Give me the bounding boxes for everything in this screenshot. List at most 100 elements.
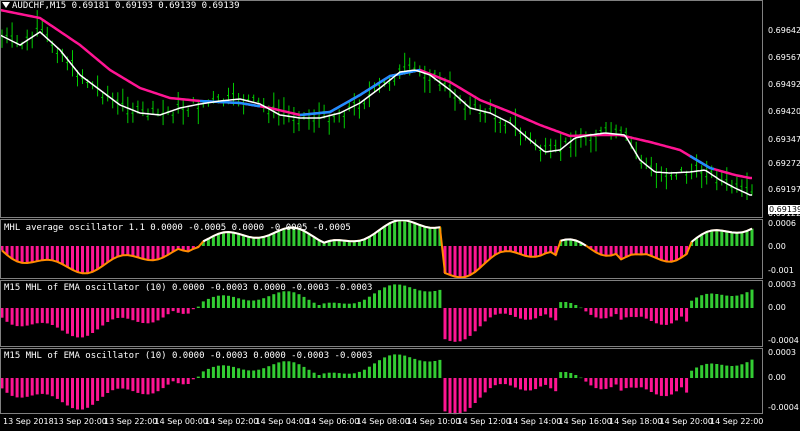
negative-histogram-bar [161, 246, 165, 258]
positive-histogram-bar [216, 295, 220, 308]
positive-histogram-bar [227, 232, 230, 246]
positive-histogram-bar [428, 291, 432, 308]
negative-histogram-bar [529, 378, 532, 391]
chart-menu-arrow-icon[interactable] [2, 2, 10, 8]
negative-histogram-bar [468, 378, 472, 408]
positive-histogram-bar [438, 359, 442, 378]
positive-histogram-bar [423, 226, 427, 246]
positive-histogram-bar [347, 373, 351, 378]
positive-histogram-bar [413, 223, 417, 246]
positive-histogram-bar [252, 237, 256, 246]
negative-histogram-bar [106, 246, 110, 263]
mhl-ema-oscillator-panel-1[interactable] [0, 284, 754, 342]
negative-histogram-bar [614, 246, 618, 254]
negative-histogram-bar [453, 378, 457, 415]
negative-histogram-bar [624, 308, 628, 318]
negative-histogram-bar [65, 308, 69, 334]
ohlc-values: 0.69181 0.69193 0.69139 0.69139 [71, 1, 240, 11]
positive-histogram-bar [398, 284, 402, 308]
positive-histogram-bar [408, 357, 412, 378]
positive-histogram-bar [272, 233, 276, 246]
positive-histogram-bar [579, 377, 583, 379]
negative-histogram-bar [539, 378, 543, 387]
positive-histogram-bar [342, 373, 346, 378]
positive-histogram-bar [302, 230, 306, 246]
positive-histogram-bar [690, 370, 694, 378]
positive-histogram-bar [327, 302, 331, 308]
negative-histogram-bar [45, 378, 49, 395]
negative-histogram-bar [493, 378, 497, 386]
positive-histogram-bar [730, 366, 734, 378]
negative-histogram-bar [634, 378, 638, 388]
negative-histogram-bar [116, 246, 120, 257]
positive-histogram-bar [725, 365, 729, 378]
negative-histogram-bar [186, 308, 190, 314]
positive-histogram-bar [307, 299, 311, 308]
positive-histogram-bar [710, 363, 714, 378]
negative-histogram-bar [599, 308, 603, 319]
negative-histogram-bar [629, 308, 633, 317]
positive-histogram-bar [322, 303, 326, 308]
negative-histogram-bar [20, 308, 24, 327]
positive-histogram-bar [287, 361, 291, 378]
negative-histogram-bar [478, 246, 482, 268]
negative-histogram-bar [468, 308, 472, 336]
negative-histogram-bar [453, 246, 457, 277]
negative-histogram-bar [534, 378, 538, 390]
negative-histogram-bar [171, 308, 175, 312]
negative-histogram-bar [614, 378, 618, 385]
negative-histogram-bar [81, 378, 84, 410]
negative-histogram-bar [131, 308, 135, 321]
negative-histogram-bar [146, 308, 150, 324]
positive-histogram-bar [216, 233, 220, 246]
negative-histogram-bar [156, 378, 160, 392]
time-tick-label: 14 Sep 02:00 [205, 417, 259, 426]
negative-histogram-bar [524, 246, 527, 256]
negative-histogram-bar [503, 378, 507, 385]
positive-histogram-bar [735, 365, 739, 378]
negative-histogram-bar [594, 308, 598, 318]
positive-histogram-bar [735, 232, 739, 246]
positive-histogram-bar [232, 232, 235, 246]
positive-histogram-bar [398, 220, 402, 246]
positive-histogram-bar [257, 369, 261, 378]
positive-histogram-bar [247, 370, 251, 378]
chart-canvas[interactable] [0, 0, 800, 431]
positive-histogram-bar [302, 296, 306, 308]
negative-histogram-bar [458, 308, 462, 342]
time-tick-label: 13 Sep 2018 [3, 417, 54, 426]
negative-histogram-bar [659, 246, 663, 261]
negative-histogram-bar [35, 246, 39, 262]
negative-histogram-bar [141, 246, 145, 259]
mhl-ema-oscillator-panel-2[interactable] [0, 354, 754, 415]
white-moving-average-line [0, 31, 752, 196]
positive-histogram-bar [569, 373, 573, 378]
positive-histogram-bar [312, 372, 316, 378]
negative-histogram-bar [664, 308, 668, 325]
positive-histogram-bar [433, 291, 437, 308]
positive-histogram-bar [715, 294, 719, 308]
positive-histogram-bar [725, 231, 729, 246]
positive-histogram-bar [750, 228, 754, 246]
main-price-chart[interactable] [0, 8, 753, 200]
positive-histogram-bar [559, 302, 563, 308]
negative-histogram-bar [101, 378, 105, 397]
positive-histogram-bar [232, 296, 235, 308]
negative-histogram-bar [15, 246, 19, 262]
positive-histogram-bar [715, 230, 719, 246]
negative-histogram-bar [96, 308, 100, 330]
positive-histogram-bar [423, 361, 427, 378]
negative-histogram-bar [448, 246, 452, 275]
negative-histogram-bar [589, 378, 593, 386]
negative-histogram-bar [629, 246, 633, 255]
negative-histogram-bar [71, 308, 74, 337]
negative-histogram-bar [534, 246, 538, 257]
positive-histogram-bar [312, 302, 316, 308]
negative-histogram-bar [166, 378, 170, 385]
positive-histogram-bar [232, 366, 235, 378]
negative-histogram-bar [519, 378, 522, 390]
negative-histogram-bar [554, 378, 558, 392]
negative-histogram-bar [609, 246, 613, 256]
positive-histogram-bar [196, 306, 200, 308]
negative-histogram-bar [670, 378, 673, 395]
